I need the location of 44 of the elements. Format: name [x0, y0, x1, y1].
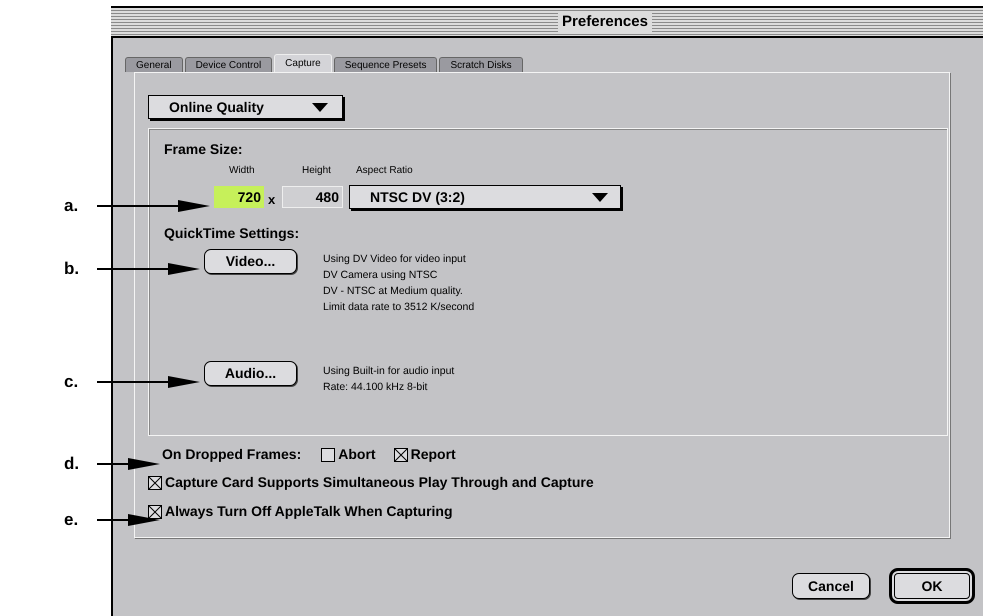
- callout-label: d.: [64, 454, 80, 474]
- cancel-button[interactable]: Cancel: [792, 573, 870, 599]
- caret-icon: [312, 102, 328, 112]
- field-label: Aspect Ratio: [356, 164, 413, 178]
- checkbox-label: Report: [410, 445, 456, 464]
- checkbox[interactable]: [394, 448, 408, 462]
- caret-icon: [592, 192, 608, 202]
- quality-dropdown[interactable]: Online Quality: [148, 95, 343, 119]
- info-text: Using Built-in for audio input: [323, 364, 454, 379]
- tab[interactable]: Scratch Disks: [439, 57, 523, 72]
- tab[interactable]: Sequence Presets: [334, 57, 438, 72]
- times-label: x: [268, 191, 276, 209]
- info-text: Using DV Video for video input: [323, 252, 467, 267]
- height-field[interactable]: 480: [282, 186, 343, 208]
- tab[interactable]: Device Control: [184, 57, 272, 72]
- field-label: Height: [302, 164, 331, 178]
- section-heading: QuickTime Settings:: [164, 224, 300, 243]
- checkbox-label: Always Turn Off AppleTalk When Capturing: [165, 502, 453, 521]
- audio-button[interactable]: Audio...: [204, 361, 297, 386]
- info-text: DV Camera using NTSC: [323, 268, 438, 283]
- ok-button[interactable]: OK: [889, 568, 975, 604]
- width-field[interactable]: 720: [214, 186, 264, 208]
- callout-label: e.: [64, 510, 78, 530]
- dropdown-value: NTSC DV (3:2): [370, 188, 465, 207]
- section-heading: Frame Size:: [164, 140, 243, 159]
- callout-label: c.: [64, 372, 78, 392]
- aspect-ratio-dropdown[interactable]: NTSC DV (3:2): [349, 185, 621, 209]
- tab[interactable]: Capture: [274, 54, 332, 72]
- checkbox[interactable]: [148, 504, 162, 518]
- field-label: Width: [229, 164, 255, 178]
- checkbox[interactable]: [148, 476, 162, 490]
- info-text: DV - NTSC at Medium quality.: [323, 284, 464, 299]
- callout-label: b.: [64, 259, 80, 279]
- tab[interactable]: General: [125, 57, 183, 72]
- window-title: Preferences: [558, 10, 652, 34]
- info-text: Rate: 44.100 kHz 8-bit: [323, 380, 428, 395]
- checkbox[interactable]: [321, 448, 336, 462]
- callout-label: a.: [64, 196, 78, 216]
- info-text: Limit data rate to 3512 K/second: [323, 300, 474, 315]
- checkbox-label: Capture Card Supports Simultaneous Play Through and Capture: [165, 473, 594, 492]
- dropdown-value: Online Quality: [169, 98, 264, 117]
- checkbox-label: Abort: [338, 445, 376, 464]
- video-button[interactable]: Video...: [204, 249, 297, 274]
- option-label: On Dropped Frames:: [162, 445, 302, 464]
